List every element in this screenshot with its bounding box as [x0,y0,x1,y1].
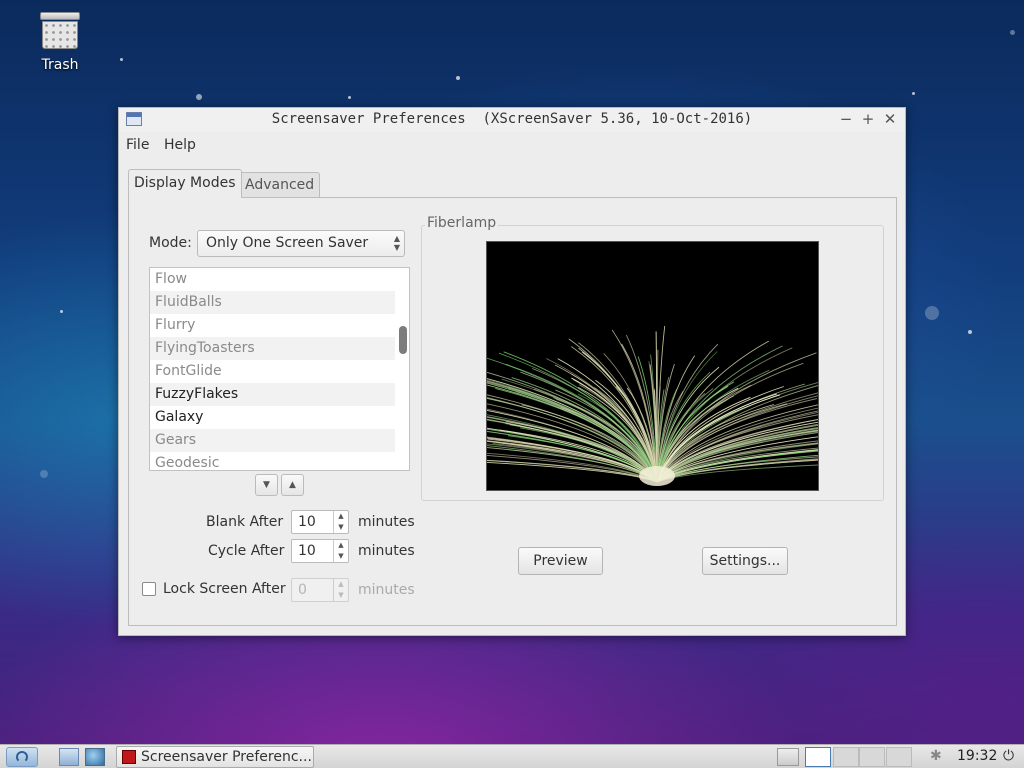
preview-button[interactable]: Preview [518,547,603,575]
mode-select[interactable]: Only One Screen Saver ▲ ▼ [197,230,405,257]
screensaver-preview [486,241,819,491]
list-item[interactable]: FluidBalls [150,291,395,314]
mode-select-value: Only One Screen Saver [206,235,369,251]
maximize-button[interactable]: + [859,110,877,128]
web-browser-icon[interactable] [85,748,105,766]
power-icon[interactable]: ⏻ [1003,748,1014,764]
minimize-button[interactable]: − [837,110,855,128]
star [60,310,63,313]
lock-after-value: 0 [298,582,307,598]
list-scrollbar[interactable] [397,268,407,470]
spinner-arrows-icon: ▲ ▼ [333,579,348,601]
lock-screen-checkbox[interactable] [142,582,156,596]
workspace-4[interactable] [886,747,912,767]
list-item[interactable]: Galaxy [150,406,395,429]
taskbar-window-button[interactable]: Screensaver Preferenc... [116,746,314,768]
lock-screen-label[interactable]: Lock Screen After [163,581,286,597]
list-item[interactable]: FlyingToasters [150,337,395,360]
blank-after-value: 10 [298,514,316,530]
workspace-1[interactable] [805,747,831,767]
blank-after-unit: minutes [358,514,415,530]
spinner-arrows-icon[interactable]: ▲ ▼ [333,511,348,533]
cycle-after-unit: minutes [358,543,415,559]
taskbar: Screensaver Preferenc... ✱ 19:32 ⏻ [0,744,1024,768]
trash-desktop-icon[interactable]: Trash [30,10,90,73]
mode-label: Mode: [149,235,192,251]
lock-after-spinner: 0 ▲ ▼ [291,578,349,602]
cycle-after-label: Cycle After [208,543,285,559]
tab-advanced[interactable]: Advanced [239,172,321,198]
screensaver-list[interactable]: Flow FluidBalls Flurry FlyingToasters Fo… [149,267,410,471]
star [968,330,972,334]
title-bar[interactable]: Screensaver Preferences (XScreenSaver 5.… [119,108,905,132]
spinner-arrows-icon[interactable]: ▲ ▼ [333,540,348,562]
show-desktop-icon[interactable] [777,748,799,766]
list-item[interactable]: FontGlide [150,360,395,383]
star [120,58,123,61]
star [456,76,460,80]
cycle-after-spinner[interactable]: 10 ▲ ▼ [291,539,349,563]
workspace-3[interactable] [859,747,885,767]
star [1010,30,1015,35]
menu-bar: File Help [119,132,905,158]
window-title: Screensaver Preferences (XScreenSaver 5.… [271,111,753,127]
start-menu-icon[interactable] [6,747,38,767]
blank-after-spinner[interactable]: 10 ▲ ▼ [291,510,349,534]
menu-file[interactable]: File [126,137,149,153]
taskbar-window-label: Screensaver Preferenc... [141,749,312,765]
trash-icon [40,10,80,50]
list-down-button[interactable]: ▼ [255,474,278,496]
cycle-after-value: 10 [298,543,316,559]
combo-arrows-icon: ▲ ▼ [393,234,400,252]
star [40,470,48,478]
file-manager-icon[interactable] [59,748,79,766]
preview-frame-title: Fiberlamp [425,215,499,231]
list-item[interactable]: Flurry [150,314,395,337]
settings-button[interactable]: Settings... [702,547,788,575]
star [196,94,202,100]
lock-after-unit: minutes [358,582,415,598]
star [912,92,915,95]
workspace-2[interactable] [833,747,859,767]
scrollbar-thumb[interactable] [399,326,407,354]
tab-display-modes[interactable]: Display Modes [128,169,242,198]
screensaver-preferences-window: Screensaver Preferences (XScreenSaver 5.… [118,107,906,636]
star [925,306,939,320]
clock[interactable]: 19:32 [957,748,997,764]
fiberlamp-preview-image [487,326,818,486]
screensaver-app-icon [122,750,136,764]
close-button[interactable]: ✕ [881,110,899,128]
blank-after-label: Blank After [206,514,284,530]
trash-label: Trash [41,57,79,73]
list-item[interactable]: Flow [150,268,395,291]
list-up-button[interactable]: ▲ [281,474,304,496]
list-item[interactable]: Geodesic [150,452,395,470]
list-item[interactable]: Gears [150,429,395,452]
bluetooth-icon[interactable]: ✱ [930,748,942,764]
star [348,96,351,99]
list-item[interactable]: FuzzyFlakes [150,383,395,406]
menu-help[interactable]: Help [164,137,196,153]
